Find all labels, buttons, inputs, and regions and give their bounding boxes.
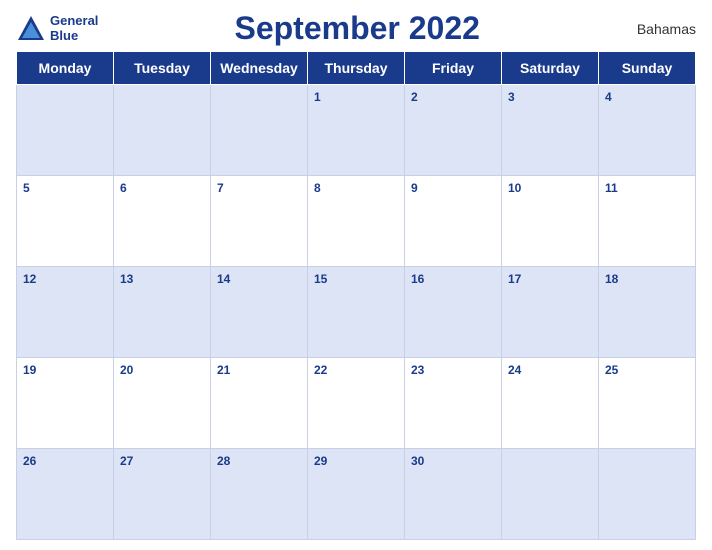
day-number: 26: [23, 454, 36, 468]
calendar-day-2: 2: [405, 85, 502, 176]
day-number: 13: [120, 272, 133, 286]
day-number: 22: [314, 363, 327, 377]
calendar-day-15: 15: [308, 267, 405, 358]
day-number: 23: [411, 363, 424, 377]
calendar-empty-cell: [599, 449, 696, 540]
weekday-header-wednesday: Wednesday: [211, 52, 308, 85]
calendar-day-10: 10: [502, 176, 599, 267]
day-number: 1: [314, 90, 321, 104]
calendar-table: MondayTuesdayWednesdayThursdayFridaySatu…: [16, 51, 696, 540]
weekday-header-saturday: Saturday: [502, 52, 599, 85]
day-number: 11: [605, 181, 618, 195]
day-number: 4: [605, 90, 612, 104]
day-number: 10: [508, 181, 521, 195]
day-number: 19: [23, 363, 36, 377]
calendar-day-12: 12: [17, 267, 114, 358]
weekday-header-tuesday: Tuesday: [114, 52, 211, 85]
calendar-day-13: 13: [114, 267, 211, 358]
day-number: 21: [217, 363, 230, 377]
day-number: 27: [120, 454, 133, 468]
general-blue-icon: [16, 14, 46, 44]
calendar-day-21: 21: [211, 358, 308, 449]
weekday-header-monday: Monday: [17, 52, 114, 85]
calendar-day-28: 28: [211, 449, 308, 540]
calendar-day-24: 24: [502, 358, 599, 449]
day-number: 28: [217, 454, 230, 468]
calendar-day-30: 30: [405, 449, 502, 540]
calendar-title: September 2022: [98, 10, 616, 47]
weekday-header-thursday: Thursday: [308, 52, 405, 85]
calendar-day-8: 8: [308, 176, 405, 267]
day-number: 30: [411, 454, 424, 468]
weekday-header-row: MondayTuesdayWednesdayThursdayFridaySatu…: [17, 52, 696, 85]
calendar-day-3: 3: [502, 85, 599, 176]
calendar-day-18: 18: [599, 267, 696, 358]
day-number: 15: [314, 272, 327, 286]
calendar-empty-cell: [17, 85, 114, 176]
calendar-week-row: 5 6 7 8 9 10 11: [17, 176, 696, 267]
calendar-day-14: 14: [211, 267, 308, 358]
calendar-week-row: 12 13 14 15 16 17 18: [17, 267, 696, 358]
calendar-empty-cell: [114, 85, 211, 176]
calendar-day-23: 23: [405, 358, 502, 449]
day-number: 3: [508, 90, 515, 104]
calendar-week-row: 19 20 21 22 23 24 25: [17, 358, 696, 449]
logo: General Blue: [16, 14, 98, 44]
calendar-day-1: 1: [308, 85, 405, 176]
calendar-header: General Blue September 2022 Bahamas: [16, 10, 696, 47]
day-number: 12: [23, 272, 36, 286]
day-number: 9: [411, 181, 418, 195]
logo-text: General Blue: [50, 14, 98, 43]
day-number: 20: [120, 363, 133, 377]
day-number: 8: [314, 181, 321, 195]
day-number: 14: [217, 272, 230, 286]
calendar-empty-cell: [211, 85, 308, 176]
calendar-day-4: 4: [599, 85, 696, 176]
calendar-day-29: 29: [308, 449, 405, 540]
calendar-day-11: 11: [599, 176, 696, 267]
calendar-day-19: 19: [17, 358, 114, 449]
calendar-day-25: 25: [599, 358, 696, 449]
calendar-day-17: 17: [502, 267, 599, 358]
day-number: 16: [411, 272, 424, 286]
day-number: 17: [508, 272, 521, 286]
day-number: 24: [508, 363, 521, 377]
calendar-day-27: 27: [114, 449, 211, 540]
calendar-empty-cell: [502, 449, 599, 540]
calendar-day-9: 9: [405, 176, 502, 267]
day-number: 7: [217, 181, 224, 195]
day-number: 25: [605, 363, 618, 377]
day-number: 29: [314, 454, 327, 468]
weekday-header-sunday: Sunday: [599, 52, 696, 85]
calendar-day-26: 26: [17, 449, 114, 540]
calendar-day-16: 16: [405, 267, 502, 358]
day-number: 2: [411, 90, 418, 104]
day-number: 18: [605, 272, 618, 286]
country-label: Bahamas: [616, 21, 696, 37]
day-number: 5: [23, 181, 30, 195]
calendar-week-row: 1 2 3 4: [17, 85, 696, 176]
day-number: 6: [120, 181, 127, 195]
calendar-day-7: 7: [211, 176, 308, 267]
calendar-day-22: 22: [308, 358, 405, 449]
calendar-day-6: 6: [114, 176, 211, 267]
calendar-day-5: 5: [17, 176, 114, 267]
weekday-header-friday: Friday: [405, 52, 502, 85]
calendar-week-row: 26 27 28 29 30: [17, 449, 696, 540]
calendar-day-20: 20: [114, 358, 211, 449]
